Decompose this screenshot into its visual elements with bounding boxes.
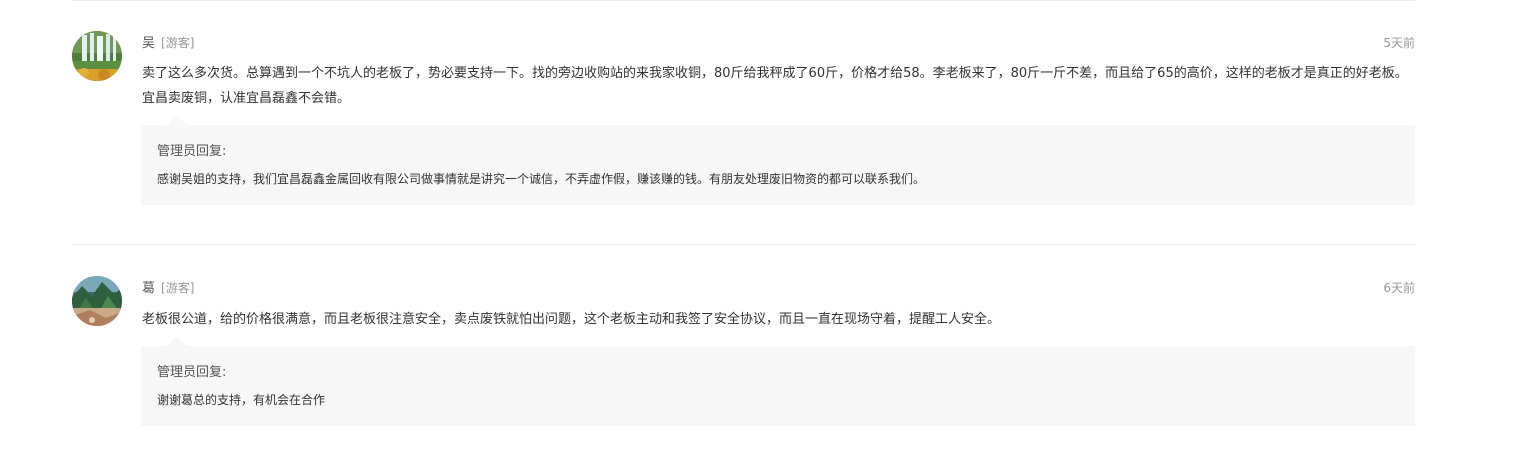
waterfall-avatar-icon [72, 31, 122, 81]
avatar[interactable] [72, 31, 122, 81]
comment-time: 5天前 [1383, 36, 1415, 50]
author-line: 吴 [游客] [142, 34, 194, 53]
author-name: 吴 [142, 36, 156, 51]
reply-text: 谢谢葛总的支持，有机会在合作 [157, 393, 326, 407]
reply-label: 管理员回复: [157, 365, 227, 380]
comment-item: 吴 [游客] 5天前 卖了这么多次货。总算遇到一个不坑人的老板了，势必要支持一下。… [72, 31, 1415, 211]
author-name: 葛 [142, 281, 156, 296]
admin-reply: 管理员回复: 感谢吴姐的支持，我们宜昌磊鑫金属回收有限公司做事情就是讲究一个诚信… [141, 115, 1415, 205]
guest-tag: [游客] [161, 281, 195, 295]
comment-divider [72, 244, 1415, 245]
comment-content: 老板很公道，给的价格很满意，而且老板很注意安全，卖点废铁就怕出问题，这个老板主动… [142, 312, 1001, 327]
avatar[interactable] [72, 276, 122, 326]
reply-label: 管理员回复: [157, 144, 227, 159]
admin-reply: 管理员回复: 谢谢葛总的支持，有机会在合作 [141, 336, 1415, 426]
top-divider [72, 0, 1415, 1]
comment-time: 6天前 [1383, 281, 1415, 295]
author-line: 葛 [游客] [142, 279, 194, 298]
comment-item: 葛 [游客] 6天前 老板很公道，给的价格很满意，而且老板很注意安全，卖点废铁就怕… [72, 276, 1415, 428]
comment-content: 卖了这么多次货。总算遇到一个不坑人的老板了，势必要支持一下。找的旁边收购站的来我… [142, 66, 1408, 106]
guest-tag: [游客] [161, 36, 195, 50]
reply-text: 感谢吴姐的支持，我们宜昌磊鑫金属回收有限公司做事情就是讲究一个诚信，不弄虚作假，… [157, 172, 926, 186]
landscape-avatar-icon [72, 276, 122, 326]
